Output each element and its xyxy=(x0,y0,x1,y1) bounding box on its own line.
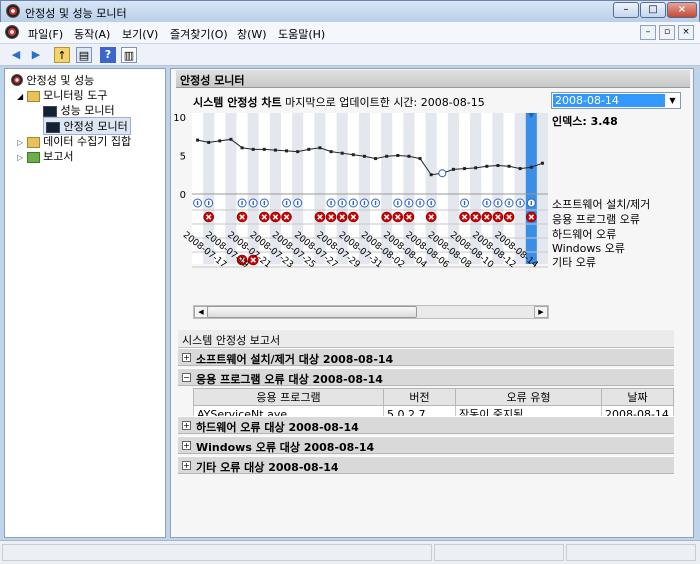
warning-point xyxy=(438,169,447,178)
data-point xyxy=(229,137,233,141)
data-point xyxy=(518,167,522,171)
day-stripe xyxy=(536,113,548,264)
data-point xyxy=(374,157,378,161)
data-point xyxy=(329,150,333,154)
data-point xyxy=(307,147,311,151)
collapse-icon[interactable]: − xyxy=(182,373,191,382)
row-label-app-errors: 응용 프로그램 오류 xyxy=(552,213,640,226)
expand-icon[interactable]: + xyxy=(182,441,191,450)
status-pane-2 xyxy=(434,544,564,561)
column-app[interactable]: 응용 프로그램 xyxy=(193,388,384,406)
expand-icon[interactable]: + xyxy=(182,353,191,362)
section-hardware[interactable]: + 하드웨어 오류 대상 2008-08-14 xyxy=(178,416,674,434)
data-point xyxy=(385,154,389,158)
data-point xyxy=(529,165,533,169)
data-point xyxy=(507,164,511,168)
column-date[interactable]: 날짜 xyxy=(601,388,674,406)
section-misc[interactable]: + 기타 오류 대상 2008-08-14 xyxy=(178,456,674,474)
day-stripe xyxy=(514,113,526,264)
column-error-type[interactable]: 오류 유형 xyxy=(455,388,602,406)
data-point xyxy=(351,153,355,157)
data-point xyxy=(240,146,244,150)
data-point xyxy=(218,139,222,143)
data-point xyxy=(485,164,489,168)
section-app-errors[interactable]: − 응용 프로그램 오류 대상 2008-08-14 xyxy=(178,368,674,386)
data-point xyxy=(418,157,422,161)
data-point xyxy=(340,151,344,155)
status-bar xyxy=(0,540,700,564)
row-label-misc: 기타 오류 xyxy=(552,256,596,269)
section-software[interactable]: + 소프트웨어 설치/제거 대상 2008-08-14 xyxy=(178,348,674,366)
data-point xyxy=(285,149,289,153)
data-point xyxy=(196,138,200,142)
section-windows[interactable]: + Windows 오류 대상 2008-08-14 xyxy=(178,436,674,454)
scroll-right-icon[interactable]: ▶ xyxy=(534,306,548,318)
data-point xyxy=(451,167,455,171)
expand-icon[interactable]: + xyxy=(182,461,191,470)
data-point xyxy=(362,154,366,158)
scroll-thumb[interactable] xyxy=(207,306,417,318)
column-version[interactable]: 버전 xyxy=(383,388,456,406)
y-tick-label: 10 xyxy=(173,113,186,124)
data-point xyxy=(318,146,322,150)
data-point xyxy=(407,154,411,158)
scroll-left-icon[interactable]: ◀ xyxy=(194,306,208,318)
y-tick-label: 0 xyxy=(180,190,186,201)
data-point xyxy=(207,140,211,144)
report-header: 시스템 안정성 보고서 xyxy=(178,330,674,348)
status-pane-main xyxy=(2,544,432,561)
data-point xyxy=(262,147,266,151)
data-point xyxy=(496,164,500,168)
reliability-chart[interactable]: 10502008-07-172008-07-192008-07-212008-0… xyxy=(0,0,700,564)
data-point xyxy=(463,167,467,171)
data-point xyxy=(396,154,400,157)
data-point xyxy=(540,161,544,165)
row-label-software: 소프트웨어 설치/제거 xyxy=(552,198,651,211)
chart-scrollbar[interactable]: ◀ ▶ xyxy=(193,305,549,319)
y-tick-label: 5 xyxy=(180,152,186,163)
selected-day-column xyxy=(525,113,537,264)
data-point xyxy=(273,148,277,152)
status-pane-3 xyxy=(566,544,696,561)
data-point xyxy=(251,147,255,151)
data-point xyxy=(474,166,478,170)
data-point xyxy=(429,173,433,177)
expand-icon[interactable]: + xyxy=(182,421,191,430)
data-point xyxy=(296,150,300,154)
